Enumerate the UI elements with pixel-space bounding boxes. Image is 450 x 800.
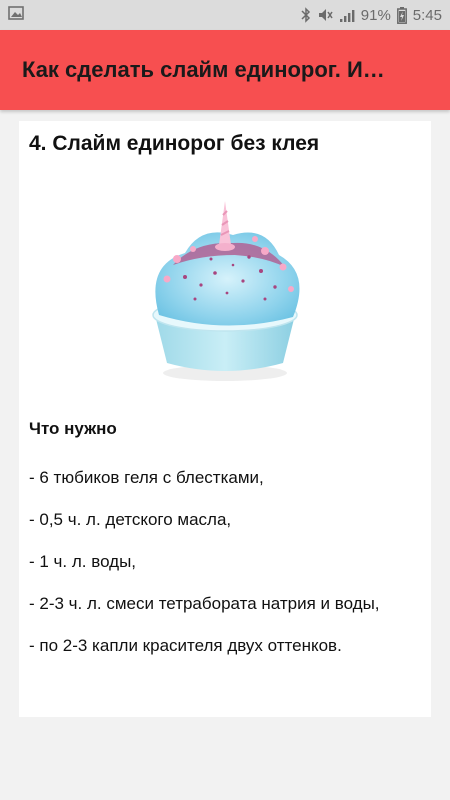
- list-item: - по 2-3 капли красителя двух оттенков.: [29, 636, 342, 655]
- clock: 5:45: [412, 6, 442, 24]
- list-item: - 6 тюбиков геля с блестками,: [29, 468, 264, 487]
- section-title: Что нужно: [29, 419, 117, 438]
- battery-percent: 91%: [360, 6, 391, 24]
- ingredients-list: - 6 тюбиков геля с блестками, - 0,5 ч. л…: [29, 467, 421, 677]
- list-item: - 2-3 ч. л. смеси тетрабората натрия и в…: [29, 594, 380, 613]
- slime-image: [115, 195, 335, 395]
- bluetooth-icon: [301, 7, 311, 23]
- app-toolbar: Как сделать слайм единорог. И…: [0, 30, 450, 110]
- list-item: - 0,5 ч. л. детского масла,: [29, 510, 232, 529]
- list-item: - 1 ч. л. воды,: [29, 552, 137, 571]
- battery-icon: [396, 6, 407, 24]
- signal-icon: [339, 8, 355, 23]
- article-card: 4. Слайм единорог без клея Что нужно - 6…: [19, 121, 431, 717]
- article-heading: 4. Слайм единорог без клея: [29, 132, 320, 155]
- toolbar-title: Как сделать слайм единорог. И…: [22, 57, 385, 82]
- image-icon: [8, 6, 24, 24]
- mute-icon: [317, 7, 333, 23]
- status-bar: 91% 5:45: [0, 0, 450, 30]
